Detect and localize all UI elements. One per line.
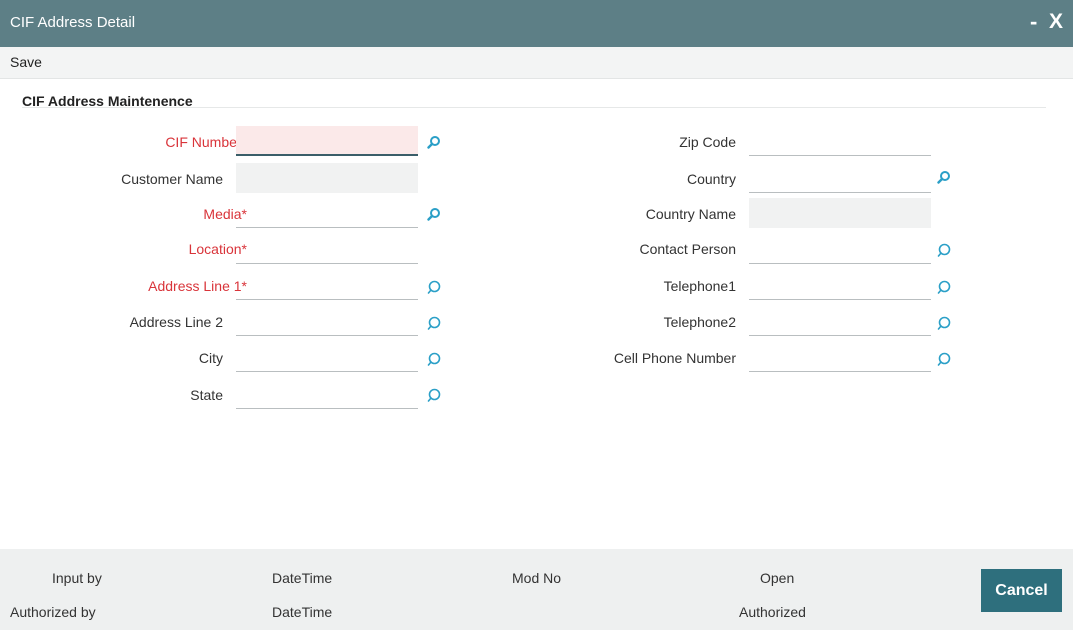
save-button[interactable]: Save [10, 54, 42, 70]
location-input[interactable] [236, 234, 418, 264]
search-icon[interactable] [937, 170, 951, 184]
authorized-status-label: Authorized [739, 604, 806, 620]
speech-bubble-icon[interactable] [937, 243, 951, 257]
cif-number-label: CIF Number* [165, 134, 247, 150]
input-by-label: Input by [52, 570, 102, 586]
open-status-label: Open [760, 570, 795, 586]
country-name-field [749, 198, 931, 228]
media-input[interactable] [236, 198, 418, 228]
telephone2-input[interactable] [749, 306, 931, 336]
authorized-datetime-label: DateTime [272, 604, 333, 620]
location-label-text: Location [188, 241, 242, 257]
input-datetime-label: DateTime [272, 570, 333, 586]
speech-bubble-icon[interactable] [937, 316, 951, 330]
speech-bubble-icon[interactable] [427, 280, 441, 294]
address-line-1-label-text: Address Line 1 [148, 278, 242, 294]
zip-code-input[interactable] [749, 126, 931, 156]
customer-name-field [236, 163, 418, 193]
country-name-label: Country Name [645, 206, 736, 222]
cell-phone-number-input[interactable] [749, 342, 931, 372]
telephone1-label: Telephone1 [663, 278, 736, 294]
window-title: CIF Address Detail [10, 14, 136, 31]
speech-bubble-icon[interactable] [937, 280, 951, 294]
address-line-2-input[interactable] [236, 306, 418, 336]
country-label: Country [686, 171, 736, 187]
cif-number-label-text: CIF Number [165, 134, 242, 150]
state-label: State [190, 387, 223, 403]
telephone2-label: Telephone2 [663, 314, 736, 330]
cif-number-input[interactable] [236, 126, 418, 156]
authorized-by-label: Authorized by [10, 604, 96, 620]
customer-name-label: Customer Name [121, 171, 223, 187]
address-line-2-label: Address Line 2 [129, 314, 223, 330]
section-divider [22, 107, 1046, 108]
telephone1-input[interactable] [749, 270, 931, 300]
address-line-1-label: Address Line 1* [148, 278, 247, 294]
country-input[interactable] [749, 163, 931, 193]
menu-bar: Save [0, 47, 1073, 79]
state-input[interactable] [236, 379, 418, 409]
search-icon[interactable] [427, 207, 441, 221]
speech-bubble-icon[interactable] [427, 388, 441, 402]
contact-person-input[interactable] [749, 234, 931, 264]
speech-bubble-icon[interactable] [427, 352, 441, 366]
search-icon[interactable] [427, 135, 441, 149]
audit-footer [0, 549, 1073, 630]
cancel-button[interactable]: Cancel [981, 569, 1062, 612]
speech-bubble-icon[interactable] [427, 316, 441, 330]
city-label: City [198, 350, 223, 366]
mod-no-label: Mod No [512, 570, 562, 586]
close-button[interactable]: X [1049, 10, 1063, 34]
speech-bubble-icon[interactable] [937, 352, 951, 366]
zip-code-label: Zip Code [679, 134, 736, 150]
address-line-1-input[interactable] [236, 270, 418, 300]
city-input[interactable] [236, 342, 418, 372]
contact-person-label: Contact Person [639, 241, 737, 257]
cell-phone-number-label: Cell Phone Number [613, 350, 736, 366]
minimize-button[interactable]: - [1030, 9, 1037, 35]
title-bar: CIF Address Detail - X [0, 0, 1073, 47]
